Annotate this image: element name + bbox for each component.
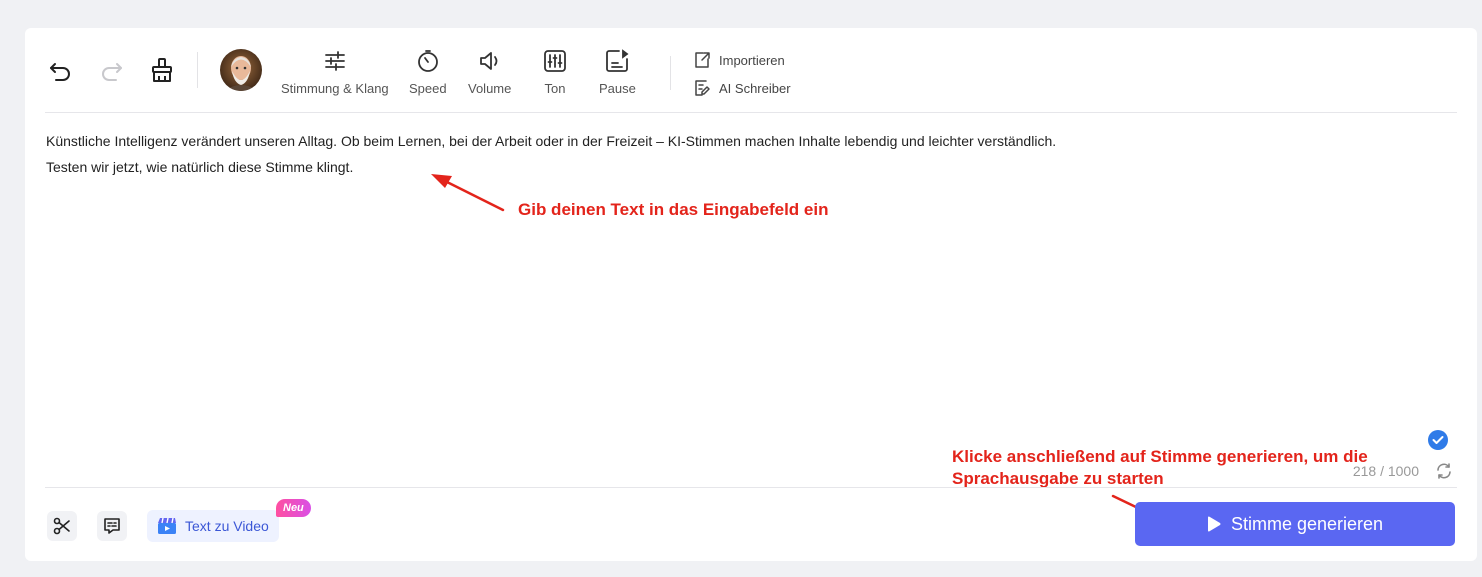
generate-hint-annotation: Klicke anschließend auf Stimme generiere… <box>952 446 1368 490</box>
editor-card: Stimmung & Klang Speed Volume Ton Pause <box>25 28 1477 561</box>
input-arrow-icon <box>431 174 505 212</box>
footer-separator <box>45 487 1457 488</box>
scissors-icon <box>53 517 70 535</box>
refresh-icon <box>1437 463 1451 479</box>
refresh-button[interactable] <box>1435 462 1453 485</box>
generate-hint-line: Klicke anschließend auf Stimme generiere… <box>952 447 1368 466</box>
speech-bubble-icon <box>104 518 120 534</box>
clapperboard-icon <box>158 517 176 534</box>
new-badge: Neu <box>276 499 311 517</box>
text-to-video-button[interactable]: Text zu Video <box>147 510 279 542</box>
cut-button[interactable] <box>47 511 77 541</box>
text-to-video-label: Text zu Video <box>185 518 269 534</box>
character-counter: 218 / 1000 <box>1352 463 1419 479</box>
check-icon <box>1428 430 1448 450</box>
play-icon <box>1207 516 1221 532</box>
generate-voice-label: Stimme generieren <box>1230 513 1384 534</box>
input-hint-annotation: Gib deinen Text in das Eingabefeld ein <box>518 200 829 219</box>
subtitle-button[interactable] <box>97 511 127 541</box>
generate-voice-button[interactable]: Stimme generieren <box>1135 502 1455 546</box>
